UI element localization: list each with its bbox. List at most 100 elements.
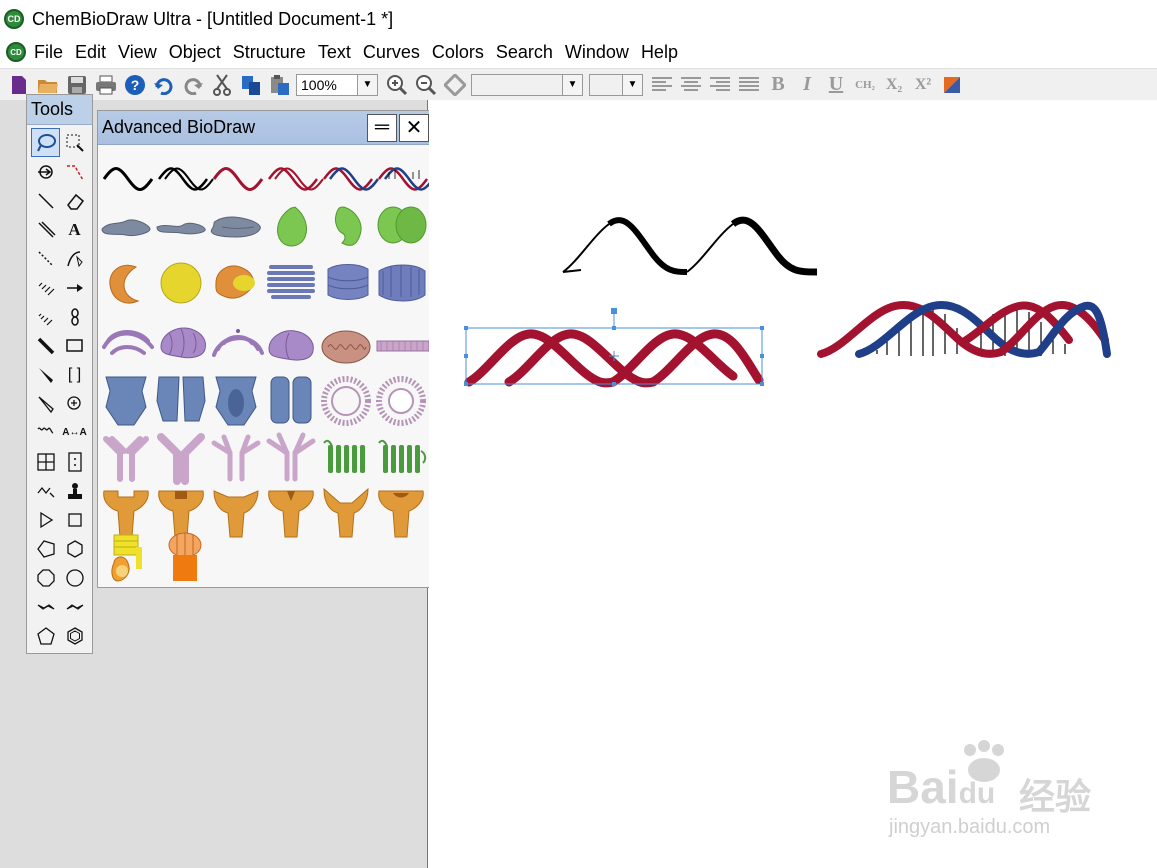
circle-ring-icon[interactable] <box>60 563 89 592</box>
mass-fragment-icon[interactable] <box>60 157 89 186</box>
membrane-grey-1-icon[interactable] <box>101 219 151 236</box>
dna-helix-ladder-icon[interactable] <box>377 167 430 191</box>
size-select[interactable]: ▼ <box>589 73 643 96</box>
bold-bond-icon[interactable] <box>31 331 60 360</box>
lasso-tool-icon[interactable] <box>31 128 60 157</box>
menu-curves[interactable]: Curves <box>363 42 420 63</box>
align-center-icon[interactable] <box>678 72 704 98</box>
color-palette-icon[interactable] <box>939 72 965 98</box>
atom-map-icon[interactable]: A↔A <box>60 418 89 447</box>
table-tool-icon[interactable] <box>31 447 60 476</box>
marquee-tool-icon[interactable] <box>60 128 89 157</box>
subscript-icon[interactable]: X₂ <box>881 72 907 98</box>
golgi-blue-3-icon[interactable] <box>378 264 426 302</box>
chair-cyclohexane-2-icon[interactable] <box>60 592 89 621</box>
enzyme-orange-3-icon[interactable] <box>213 490 259 538</box>
dna-helix-red-blue-icon[interactable] <box>322 167 380 191</box>
membrane-grey-3-icon[interactable] <box>210 216 261 238</box>
chain-tool-icon[interactable] <box>31 476 60 505</box>
redo-icon[interactable] <box>180 72 206 98</box>
pen-tool-icon[interactable] <box>60 244 89 273</box>
menu-text[interactable]: Text <box>318 42 351 63</box>
zoom-in-icon[interactable] <box>384 72 410 98</box>
square-ring-icon[interactable] <box>60 505 89 534</box>
wedge-bond-icon[interactable] <box>31 360 60 389</box>
arrow-tool-icon[interactable] <box>60 273 89 302</box>
font-select[interactable]: ▼ <box>471 73 583 96</box>
membrane-grey-2-icon[interactable] <box>156 222 206 235</box>
octagon-ring-icon[interactable] <box>31 563 60 592</box>
cut-icon[interactable] <box>209 72 235 98</box>
hollow-wedge-icon[interactable] <box>31 389 60 418</box>
align-left-icon[interactable] <box>649 72 675 98</box>
micelle-1-icon[interactable] <box>321 376 371 426</box>
chair-cyclohexane-1-icon[interactable] <box>31 592 60 621</box>
channel-blue-4-icon[interactable] <box>270 376 312 424</box>
text-tool-icon[interactable]: A <box>60 215 89 244</box>
dna-double-red-icon[interactable] <box>267 167 324 191</box>
underline-icon[interactable]: U <box>823 72 849 98</box>
help-icon[interactable]: ? <box>122 72 148 98</box>
ion-channel-orange-icon[interactable] <box>168 532 202 581</box>
dna-strand-black[interactable] <box>562 216 818 276</box>
chemical-symbols-icon[interactable] <box>60 389 89 418</box>
organelle-green-1-icon[interactable] <box>277 206 308 247</box>
organelle-orange-c-icon[interactable] <box>109 264 140 304</box>
bold-icon[interactable]: B <box>765 72 791 98</box>
zoom-out-icon[interactable] <box>413 72 439 98</box>
enzyme-orange-6-icon[interactable] <box>378 490 424 538</box>
channel-blue-2-icon[interactable] <box>156 376 206 422</box>
tools-palette-title[interactable]: Tools <box>27 95 92 125</box>
zoom-select[interactable]: 100% ▼ <box>296 73 378 96</box>
menu-object[interactable]: Object <box>169 42 221 63</box>
atp-synthase-icon[interactable] <box>111 534 142 582</box>
er-purple-3-icon[interactable] <box>212 329 264 357</box>
menu-view[interactable]: View <box>118 42 157 63</box>
menu-colors[interactable]: Colors <box>432 42 484 63</box>
hashed-wedge-icon[interactable] <box>31 302 60 331</box>
cyclopentadiene-icon[interactable] <box>31 621 60 650</box>
wavy-bond-icon[interactable] <box>31 418 60 447</box>
biodraw-title-bar[interactable]: Advanced BioDraw ═ ✕ <box>98 111 431 145</box>
italic-icon[interactable]: I <box>794 72 820 98</box>
dashed-bond-icon[interactable] <box>31 244 60 273</box>
membrane-strip-icon[interactable] <box>376 340 430 352</box>
hexagon-ring-icon[interactable] <box>60 534 89 563</box>
solid-bond-icon[interactable] <box>31 186 60 215</box>
channel-blue-3-icon[interactable] <box>215 376 257 426</box>
drawing-canvas[interactable]: Baidu 经验 jingyan.baidu.com <box>429 100 1157 868</box>
dna-helix-red-blue[interactable] <box>817 301 1111 358</box>
organelle-yellow-icon[interactable] <box>160 262 202 304</box>
minimize-button[interactable]: ═ <box>367 113 397 142</box>
align-right-icon[interactable] <box>707 72 733 98</box>
tlc-plate-icon[interactable] <box>60 447 89 476</box>
template-stamp-icon[interactable] <box>60 476 89 505</box>
er-purple-2-icon[interactable] <box>160 327 206 359</box>
double-bond-icon[interactable] <box>31 215 60 244</box>
dna-double-black-icon[interactable] <box>157 167 214 191</box>
menu-structure[interactable]: Structure <box>233 42 306 63</box>
menu-help[interactable]: Help <box>641 42 678 63</box>
golgi-blue-1-icon[interactable] <box>267 265 315 299</box>
document-icon[interactable]: CD <box>6 42 26 62</box>
mitochondrion-icon[interactable] <box>321 330 371 364</box>
copy-icon[interactable] <box>238 72 264 98</box>
benzene-ring-icon[interactable] <box>60 621 89 650</box>
close-button[interactable]: ✕ <box>399 113 429 142</box>
micelle-2-icon[interactable] <box>376 376 426 426</box>
undo-icon[interactable] <box>151 72 177 98</box>
show-structure-icon[interactable] <box>442 72 468 98</box>
antibody-2-icon[interactable] <box>157 433 205 485</box>
enzyme-orange-5-icon[interactable] <box>323 487 369 538</box>
er-purple-1-icon[interactable] <box>102 330 154 355</box>
golgi-blue-2-icon[interactable] <box>327 264 369 300</box>
organelle-green-2-icon[interactable] <box>335 206 362 246</box>
triangle-ring-icon[interactable] <box>31 505 60 534</box>
paste-icon[interactable] <box>267 72 293 98</box>
orbital-tool-icon[interactable] <box>60 302 89 331</box>
brackets-icon[interactable]: [ ] <box>60 360 89 389</box>
antibody-1-icon[interactable] <box>103 436 149 482</box>
antibody-3-icon[interactable] <box>211 434 261 482</box>
dna-single-black-icon[interactable] <box>102 167 154 191</box>
channel-blue-1-icon[interactable] <box>105 376 147 426</box>
